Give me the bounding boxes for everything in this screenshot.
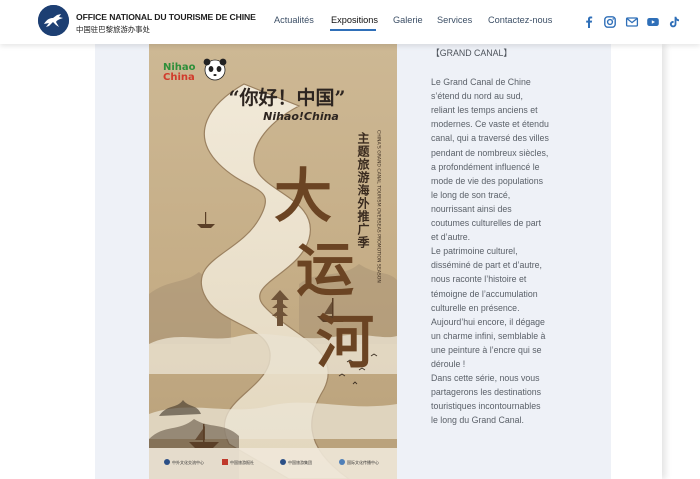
- poster-sponsor-1: 中外文化交流中心: [172, 459, 204, 465]
- poster-headline-english: Nihao!China: [263, 110, 339, 123]
- brand-name-chinese[interactable]: 中国驻巴黎旅游办事处: [76, 24, 150, 35]
- article-paragraph-3: Dans cette série, nous vous partagerons …: [431, 373, 542, 426]
- site-header: OFFICE NATIONAL DU TOURISME DE CHINE 中国驻…: [0, 0, 700, 44]
- poster-char-he: 河: [316, 308, 374, 376]
- nav-active-underline: [330, 29, 376, 31]
- article-body: 【GRAND CANAL】 Le Grand Canal de Chine s’…: [431, 46, 549, 427]
- youtube-icon[interactable]: [646, 15, 660, 29]
- instagram-icon[interactable]: [603, 15, 617, 29]
- nav-item-services[interactable]: Services: [437, 15, 472, 25]
- poster-badge-china: China: [163, 72, 195, 83]
- flying-horse-logo-icon[interactable]: [38, 5, 69, 36]
- nav-item-galerie[interactable]: Galerie: [393, 15, 423, 25]
- poster-subtitle-chinese: 主题旅游海外推广季: [356, 131, 370, 249]
- poster-headline-chinese: “你好！中国”: [229, 86, 346, 109]
- article-title: 【GRAND CANAL】: [431, 48, 513, 58]
- nav-item-expositions[interactable]: Expositions: [331, 15, 378, 25]
- nav-item-contactez-nous[interactable]: Contactez-nous: [488, 15, 552, 25]
- poster-char-yun: 运: [296, 236, 354, 304]
- article-paragraph-2: Le patrimoine culturel, disséminé de par…: [431, 246, 546, 369]
- poster-sponsor-2: 中国旅游报社: [230, 459, 254, 465]
- poster-sponsor-4: 国际文化传播中心: [347, 459, 379, 465]
- tiktok-icon[interactable]: [667, 15, 681, 29]
- brand-name[interactable]: OFFICE NATIONAL DU TOURISME DE CHINE: [76, 12, 256, 22]
- facebook-icon[interactable]: [582, 15, 596, 29]
- nav-item-actualites[interactable]: Actualités: [274, 15, 314, 25]
- poster-sponsor-3: 中国旅游集团: [288, 459, 312, 465]
- article-paragraph-1: Le Grand Canal de Chine s’étend du nord …: [431, 77, 549, 243]
- email-icon[interactable]: [625, 15, 639, 29]
- poster-char-da: 大: [274, 162, 332, 230]
- grand-canal-poster-image: Nihao China “你好！中国” Nihao!China 主题旅游海外推广…: [149, 44, 397, 479]
